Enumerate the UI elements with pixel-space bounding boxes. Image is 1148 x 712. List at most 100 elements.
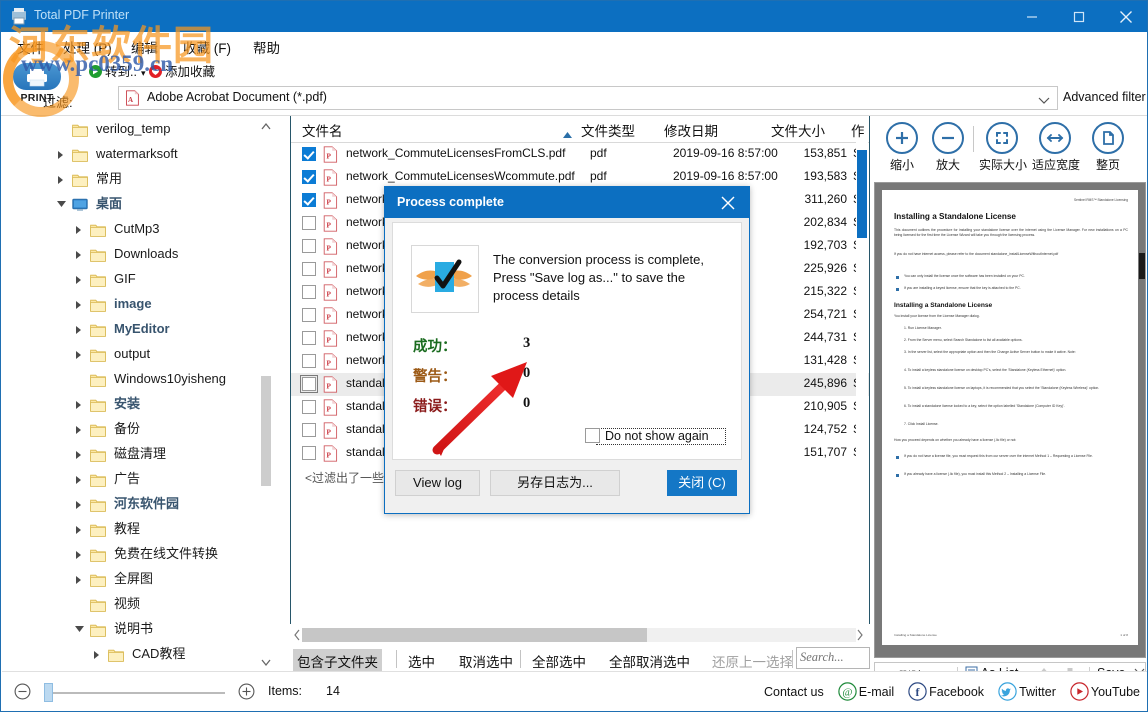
chevron-down-icon[interactable]	[54, 191, 68, 216]
chevron-right-icon[interactable]	[72, 216, 86, 241]
view-log-button[interactable]: View log	[395, 470, 480, 496]
menu-item-edit[interactable]: 编辑	[125, 36, 164, 58]
column-header-moddate[interactable]: 修改日期	[664, 120, 718, 140]
dialog-close-button[interactable]	[709, 187, 749, 218]
tree-item-[interactable]: 常用	[2, 166, 273, 191]
preview-scrollbar[interactable]	[1139, 253, 1145, 657]
chevron-right-icon[interactable]	[72, 516, 86, 541]
tree-item-downloads[interactable]: Downloads	[2, 241, 273, 266]
chevron-right-icon[interactable]	[72, 491, 86, 516]
zoom-decrease-button[interactable]	[14, 683, 31, 703]
chevron-right-icon[interactable]	[54, 166, 68, 191]
tree-scroll-down-button[interactable]	[259, 654, 273, 671]
table-row[interactable]: Pnetwork_CommuteLicensesFromCLS.pdf pdf 20…	[291, 143, 869, 166]
folder-tree[interactable]: verilog_temp watermarksoft 常用 桌面 CutMp3 Downl…	[2, 116, 273, 673]
facebook-link[interactable]: f Facebook	[908, 682, 984, 702]
tree-item-cad[interactable]: CAD教程	[2, 641, 273, 666]
twitter-link[interactable]: Twitter	[998, 682, 1056, 702]
chevron-right-icon[interactable]	[72, 416, 86, 441]
email-link[interactable]: @ E-mail	[838, 682, 894, 702]
tree-item-[interactable]: 免费在线文件转换	[2, 541, 273, 566]
chevron-right-icon[interactable]	[72, 316, 86, 341]
deselect-button[interactable]: 取消选中	[455, 649, 517, 673]
menu-item-favorite[interactable]: 收藏 (F)	[177, 36, 237, 58]
restore-previous-selection-button[interactable]: 还原上一选择	[708, 649, 797, 673]
column-header-filename[interactable]: 文件名	[302, 120, 343, 140]
chevron-right-icon[interactable]	[72, 391, 86, 416]
fit-page-button[interactable]: 整页	[1085, 122, 1131, 173]
chevron-right-icon[interactable]	[54, 141, 68, 166]
chevron-down-icon[interactable]	[72, 616, 86, 641]
tree-scroll-up-button[interactable]	[259, 118, 273, 135]
do-not-show-again-checkbox[interactable]: Do not show again	[585, 428, 726, 445]
tree-item-gif[interactable]: GIF	[2, 266, 273, 291]
chevron-right-icon[interactable]	[72, 441, 86, 466]
select-all-button[interactable]: 全部选中	[528, 649, 590, 673]
tree-item-[interactable]: 教程	[2, 516, 273, 541]
chevron-right-icon[interactable]	[72, 291, 86, 316]
chevron-right-icon[interactable]	[72, 266, 86, 291]
search-input[interactable]	[797, 648, 866, 666]
zoom-increase-button[interactable]	[238, 683, 255, 703]
zoom-slider-thumb[interactable]	[44, 683, 53, 702]
chevron-right-icon[interactable]	[90, 641, 104, 666]
hscroll-left-arrow-icon[interactable]	[292, 628, 302, 645]
fit-width-button[interactable]: 适应宽度	[1032, 122, 1080, 173]
tree-item-windows10yisheng[interactable]: Windows10yisheng	[2, 366, 273, 391]
save-log-as-button[interactable]: 另存日志为...	[490, 470, 620, 496]
goto-caret-icon[interactable]: ▾	[141, 68, 146, 78]
menu-item-help[interactable]: 帮助	[247, 36, 286, 58]
tree-item-[interactable]: 河东软件园	[2, 491, 273, 516]
include-subfolders-button[interactable]: 包含子文件夹	[293, 649, 382, 673]
do-not-show-again-box[interactable]	[585, 428, 600, 443]
zoom-in-button[interactable]: 放大	[925, 122, 971, 173]
tree-item-watermarksoft[interactable]: watermarksoft	[2, 141, 273, 166]
file-list-scroll-thumb[interactable]	[857, 150, 867, 238]
select-button[interactable]: 选中	[404, 649, 439, 673]
close-dialog-button[interactable]: 关闭 (C)	[667, 470, 737, 496]
hscroll-thumb[interactable]	[302, 628, 647, 642]
chevron-right-icon[interactable]	[72, 341, 86, 366]
chevron-right-icon[interactable]	[72, 541, 86, 566]
tree-item-cutmp3[interactable]: CutMp3	[2, 216, 273, 241]
tree-item-[interactable]: 备份	[2, 416, 273, 441]
chevron-right-icon[interactable]	[72, 566, 86, 591]
tree-item-[interactable]: 桌面	[2, 191, 273, 216]
menu-item-file[interactable]: 文件	[11, 36, 50, 58]
tree-item-output[interactable]: output	[2, 341, 273, 366]
youtube-link[interactable]: YouTube	[1070, 682, 1140, 702]
zoom-slider-track[interactable]	[45, 692, 225, 694]
chevron-right-icon[interactable]	[72, 466, 86, 491]
tree-item-[interactable]: 视频	[2, 591, 273, 616]
file-list-scrollbar[interactable]	[856, 142, 868, 624]
filter-combobox[interactable]: A Adobe Acrobat Document (*.pdf)	[118, 86, 1058, 110]
menu-item-process[interactable]: 处理 (P)	[57, 36, 118, 58]
tree-item-verilog-temp[interactable]: verilog_temp	[2, 116, 273, 141]
minimize-button[interactable]	[1009, 1, 1055, 32]
tree-item-[interactable]: 安装	[2, 391, 273, 416]
tree-scrollbar[interactable]	[259, 116, 273, 673]
tree-item-[interactable]: 全屏图	[2, 566, 273, 591]
chevron-down-icon[interactable]	[1038, 94, 1050, 108]
search-box[interactable]	[796, 647, 870, 669]
tree-item-[interactable]: 说明书	[2, 616, 273, 641]
close-button[interactable]	[1103, 1, 1147, 32]
tree-item-[interactable]: 磁盘清理	[2, 441, 273, 466]
column-header-filetype[interactable]: 文件类型	[581, 120, 635, 140]
document-preview-frame[interactable]: Sentinel RMS™ Standalone Licensing Insta…	[874, 182, 1146, 658]
zoom-out-button[interactable]: 缩小	[879, 122, 925, 173]
deselect-all-button[interactable]: 全部取消选中	[605, 649, 694, 673]
column-header-filesize[interactable]: 文件大小	[771, 120, 825, 140]
tree-item-[interactable]: 广告	[2, 466, 273, 491]
add-favorite-button[interactable]: 添加收藏	[149, 61, 215, 80]
tree-item-myeditor[interactable]: MyEditor	[2, 316, 273, 341]
advanced-filter-link[interactable]: Advanced filter	[1063, 90, 1146, 104]
actual-size-button[interactable]: 实际大小	[979, 122, 1027, 173]
hscroll-right-arrow-icon[interactable]	[855, 628, 865, 645]
column-header-author[interactable]: 作	[851, 120, 865, 140]
tree-item-image[interactable]: image	[2, 291, 273, 316]
goto-button[interactable]: 转到.. ▾	[89, 61, 145, 80]
tree-scroll-thumb[interactable]	[261, 376, 271, 486]
chevron-right-icon[interactable]	[72, 241, 86, 266]
contact-us-link[interactable]: Contact us	[764, 682, 824, 702]
